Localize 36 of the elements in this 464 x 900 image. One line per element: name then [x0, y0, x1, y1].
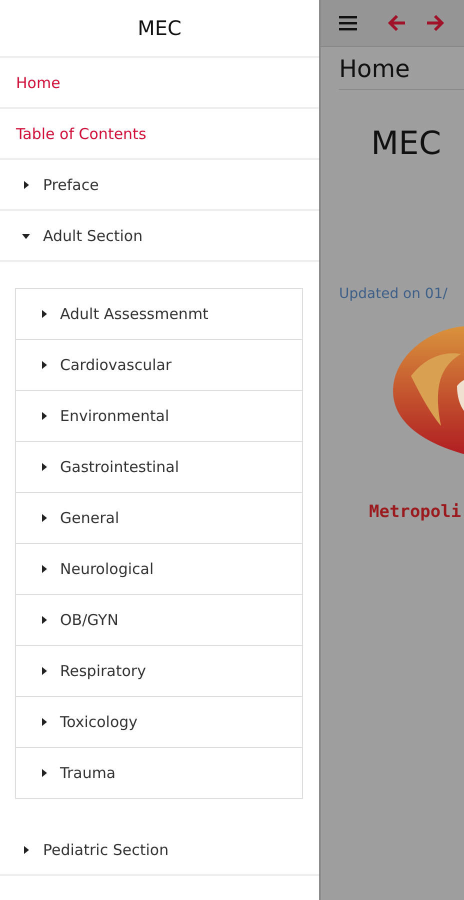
nav-link[interactable]: Home — [0, 58, 319, 109]
caret-icon — [22, 180, 30, 188]
caret-icon — [40, 769, 48, 777]
updated-date: Updated on 01/ — [339, 286, 448, 302]
caret-icon — [40, 361, 48, 369]
nav-subsection[interactable]: General — [16, 493, 302, 544]
caret-icon — [40, 616, 48, 624]
drawer-title: MEC — [138, 16, 182, 40]
nav-subsection[interactable]: Cardiovascular — [16, 340, 302, 391]
nav-section[interactable]: Pediatric Section — [0, 825, 319, 876]
nav-subsection[interactable]: Neurological — [16, 544, 302, 595]
caret-icon — [40, 463, 48, 471]
caret-icon — [40, 310, 48, 318]
nav-subsection[interactable]: Adult Assessmenmt — [16, 289, 302, 340]
caret-icon — [40, 718, 48, 726]
nav-subsection[interactable]: Gastrointestinal — [16, 442, 302, 493]
nav-section[interactable]: Adult Section — [0, 211, 319, 262]
caret-icon — [22, 232, 30, 240]
nav-link[interactable]: Table of Contents — [0, 109, 319, 160]
nav-subsection[interactable]: Respiratory — [16, 646, 302, 697]
nav-subsection[interactable]: Toxicology — [16, 697, 302, 748]
back-arrow-icon[interactable] — [387, 14, 407, 32]
caret-icon — [22, 846, 30, 854]
page-heading: MEC — [371, 124, 442, 162]
nav-subsection[interactable]: Environmental — [16, 391, 302, 442]
logo-text: Metropoli — [369, 502, 462, 522]
caret-icon — [40, 667, 48, 675]
forward-arrow-icon[interactable] — [425, 14, 445, 32]
caret-icon — [40, 412, 48, 420]
nav-section[interactable]: Preface — [0, 160, 319, 211]
nav-subsection[interactable]: Trauma — [16, 748, 302, 798]
page-title: Home — [339, 55, 410, 83]
caret-icon — [40, 514, 48, 522]
nav-subsection[interactable]: OB/GYN — [16, 595, 302, 646]
caret-icon — [40, 565, 48, 573]
menu-icon[interactable] — [339, 15, 357, 31]
